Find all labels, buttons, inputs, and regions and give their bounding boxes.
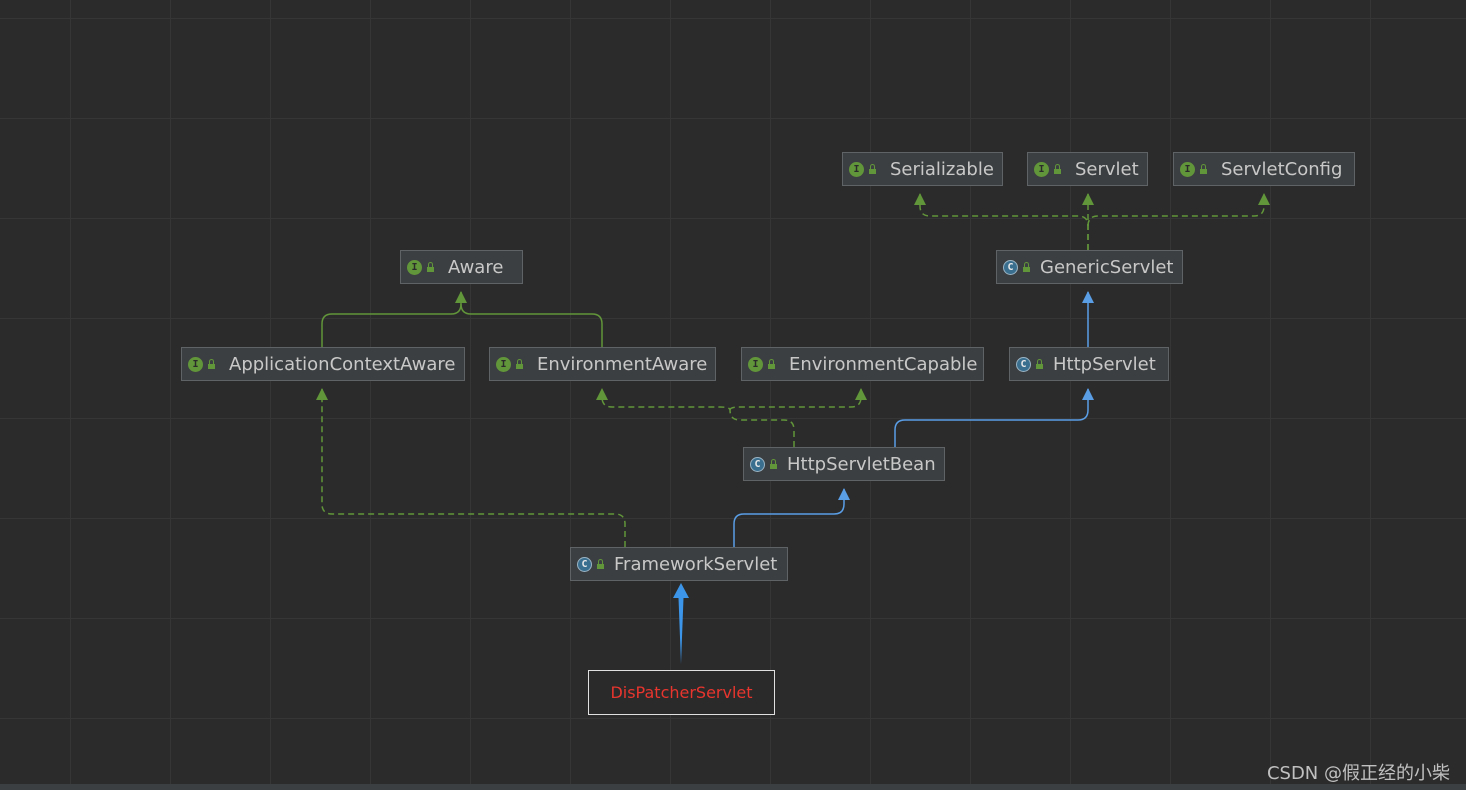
public-lock-icon [770,458,777,469]
node-label: Servlet [1075,158,1139,180]
edge-httpservletbean-implements [596,388,867,447]
node-label: ApplicationContextAware [229,353,456,375]
node-servlet[interactable]: I Servlet [1027,152,1148,186]
node-genericservlet[interactable]: C GenericServlet [996,250,1183,284]
public-lock-icon [597,558,604,569]
interface-icon: I [188,356,203,372]
public-lock-icon [427,261,434,272]
abstract-class-icon: C [577,556,592,572]
node-label: FrameworkServlet [614,553,778,575]
public-lock-icon [768,358,775,369]
public-lock-icon [1200,163,1207,174]
node-label: GenericServlet [1040,256,1174,278]
edge-genericservlet-implements [914,193,1270,250]
interface-icon: I [1034,161,1049,177]
interface-icon: I [407,259,422,275]
highlight-arrow [673,583,689,664]
node-label: ServletConfig [1221,158,1343,180]
node-servletconfig[interactable]: I ServletConfig [1173,152,1355,186]
abstract-class-icon: C [1016,356,1031,372]
annotation-dispatcherservlet: DisPatcherServlet [588,670,775,715]
node-environmentcapable[interactable]: I EnvironmentCapable [741,347,984,381]
node-frameworkservlet[interactable]: C FrameworkServlet [570,547,788,581]
abstract-class-icon: C [1003,259,1018,275]
node-label: HttpServlet [1053,353,1156,375]
node-aware[interactable]: I Aware [400,250,523,284]
public-lock-icon [516,358,523,369]
node-serializable[interactable]: I Serializable [842,152,1003,186]
node-label: EnvironmentAware [537,353,708,375]
abstract-class-icon: C [750,456,765,472]
node-label: Aware [448,256,504,278]
public-lock-icon [869,163,876,174]
node-environmentaware[interactable]: I EnvironmentAware [489,347,716,381]
window-bottom-edge [0,784,1466,790]
interface-icon: I [849,161,864,177]
interface-icon: I [748,356,763,372]
watermark: CSDN @假正经的小柴 [1266,763,1450,784]
edge-httpservletbean-extends-httpservlet [894,388,1094,447]
edge-frameworkservlet-extends-httpservletbean [733,488,850,547]
edge-frameworkservlet-implements-applicationcontextaware [316,388,626,547]
public-lock-icon [1054,163,1061,174]
interface-icon: I [496,356,511,372]
node-httpservlet[interactable]: C HttpServlet [1009,347,1169,381]
node-label: HttpServletBean [787,453,936,475]
node-httpservletbean[interactable]: C HttpServletBean [743,447,945,481]
node-label: EnvironmentCapable [789,353,978,375]
public-lock-icon [1023,261,1030,272]
public-lock-icon [208,358,215,369]
node-applicationcontextaware[interactable]: I ApplicationContextAware [181,347,465,381]
interface-icon: I [1180,161,1195,177]
node-label: Serializable [890,158,994,180]
public-lock-icon [1036,358,1043,369]
edge-aware-hierarchy [321,291,603,347]
